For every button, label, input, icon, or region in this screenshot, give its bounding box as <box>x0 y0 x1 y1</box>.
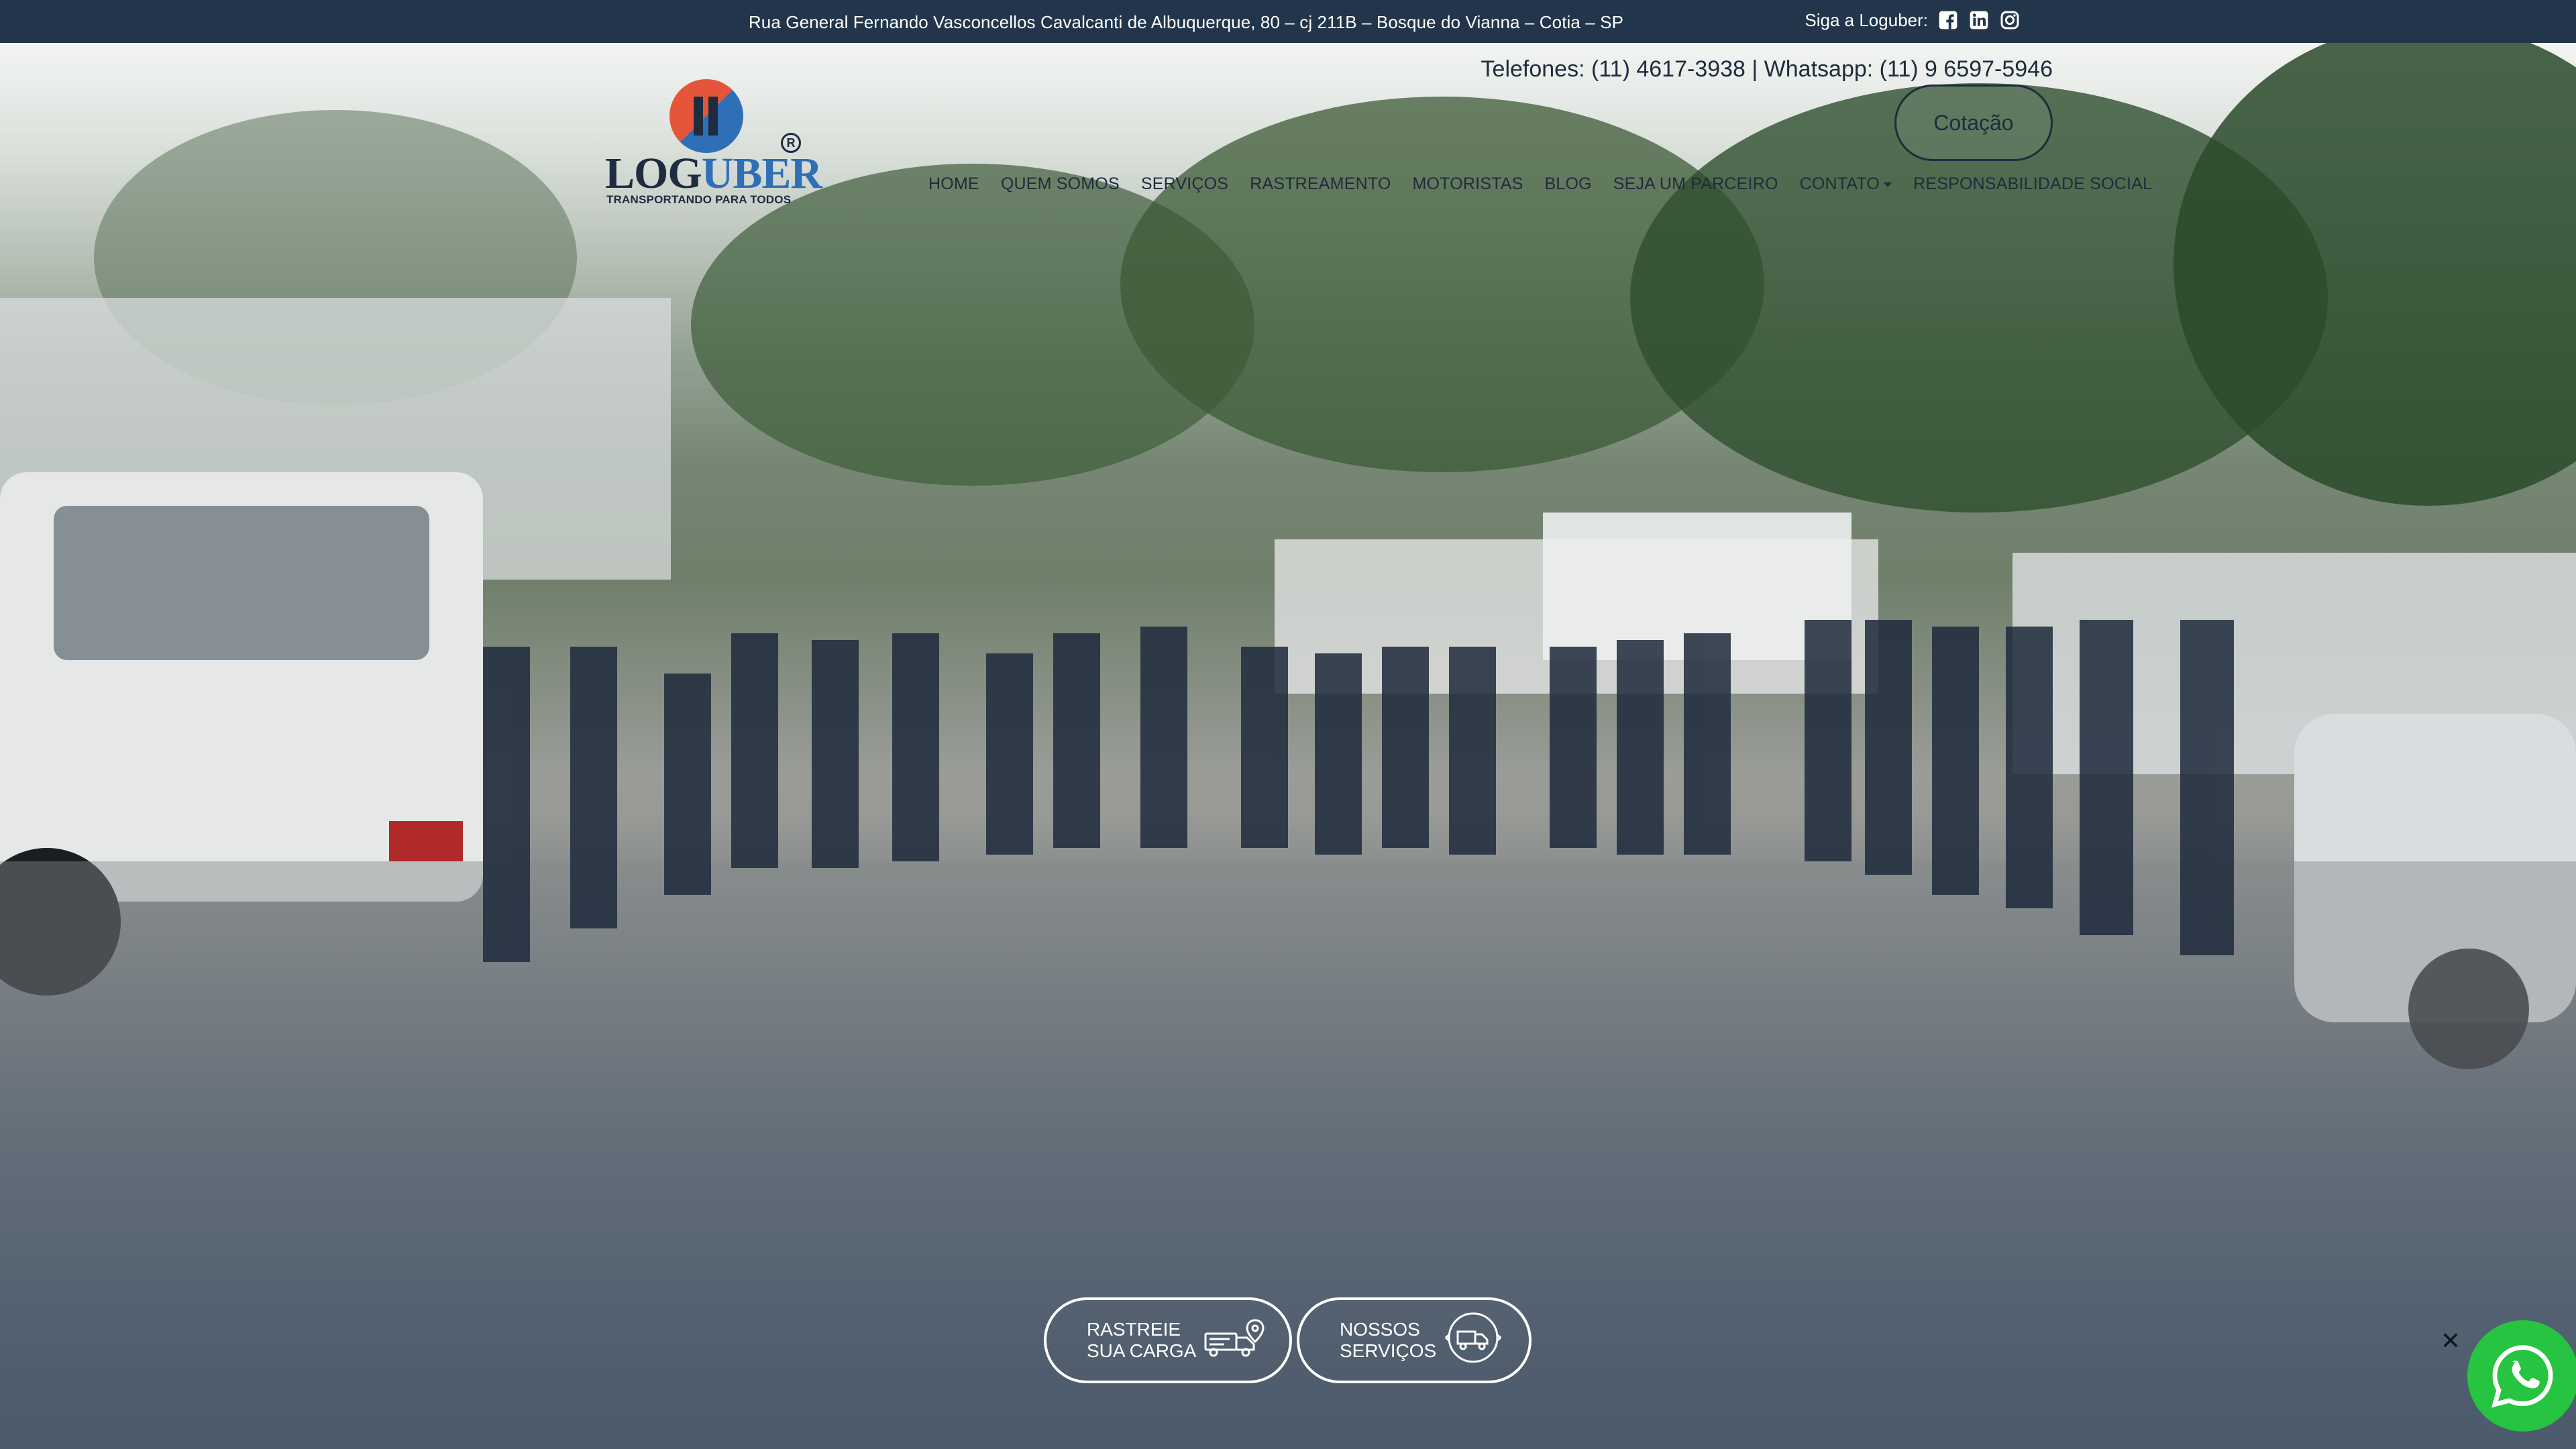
loguber-logo[interactable]: R LOGUBER TRANSPORTANDO PARA TODOS <box>605 79 822 207</box>
track-cargo-button[interactable]: RASTREIE SUA CARGA <box>1044 1297 1292 1383</box>
nav-contato-label: CONTATO <box>1799 174 1880 193</box>
instagram-icon[interactable] <box>1999 9 2021 31</box>
our-services-label: NOSSOS SERVIÇOS <box>1340 1318 1437 1361</box>
nav-quem-somos[interactable]: QUEM SOMOS <box>1001 174 1120 194</box>
hero-background-photo <box>0 43 2576 1449</box>
nav-responsabilidade-social[interactable]: RESPONSABILIDADE SOCIAL <box>1913 174 2152 194</box>
follow-label: Siga a Loguber: <box>1805 9 1928 30</box>
nav-motoristas[interactable]: MOTORISTAS <box>1413 174 1523 194</box>
main-navigation: HOME QUEM SOMOS SERVIÇOS RASTREAMENTO MO… <box>928 174 2152 194</box>
linkedin-icon[interactable] <box>1968 9 1990 31</box>
whatsapp-icon <box>2491 1345 2553 1408</box>
chevron-down-icon <box>1884 182 1892 187</box>
truck-location-icon <box>1203 1316 1267 1364</box>
nav-blog[interactable]: BLOG <box>1544 174 1591 194</box>
contact-phones: Telefones: (11) 4617-3938 | Whatsapp: (1… <box>1481 56 2053 82</box>
services-truck-icon <box>1443 1307 1503 1373</box>
close-icon[interactable]: ✕ <box>2439 1327 2462 1354</box>
logo-emblem-icon <box>669 79 743 153</box>
nav-seja-um-parceiro[interactable]: SEJA UM PARCEIRO <box>1613 174 1778 194</box>
top-info-bar: Rua General Fernando Vasconcellos Cavalc… <box>0 0 2576 43</box>
logo-wordmark: LOGUBER <box>605 149 822 198</box>
quote-button[interactable]: Cotação <box>1894 85 2053 161</box>
hero-section: R LOGUBER TRANSPORTANDO PARA TODOS Telef… <box>0 43 2576 1449</box>
facebook-icon[interactable] <box>1937 9 1959 31</box>
track-cargo-label: RASTREIE SUA CARGA <box>1087 1318 1197 1361</box>
our-services-button[interactable]: NOSSOS SERVIÇOS <box>1297 1297 1532 1383</box>
whatsapp-chat-button[interactable] <box>2467 1320 2576 1432</box>
nav-servicos[interactable]: SERVIÇOS <box>1141 174 1228 194</box>
nav-rastreamento[interactable]: RASTREAMENTO <box>1250 174 1391 194</box>
social-links: Siga a Loguber: <box>1805 9 2021 31</box>
nav-home[interactable]: HOME <box>928 174 979 194</box>
logo-tagline: TRANSPORTANDO PARA TODOS <box>606 193 792 206</box>
nav-contato[interactable]: CONTATO <box>1800 174 1892 194</box>
